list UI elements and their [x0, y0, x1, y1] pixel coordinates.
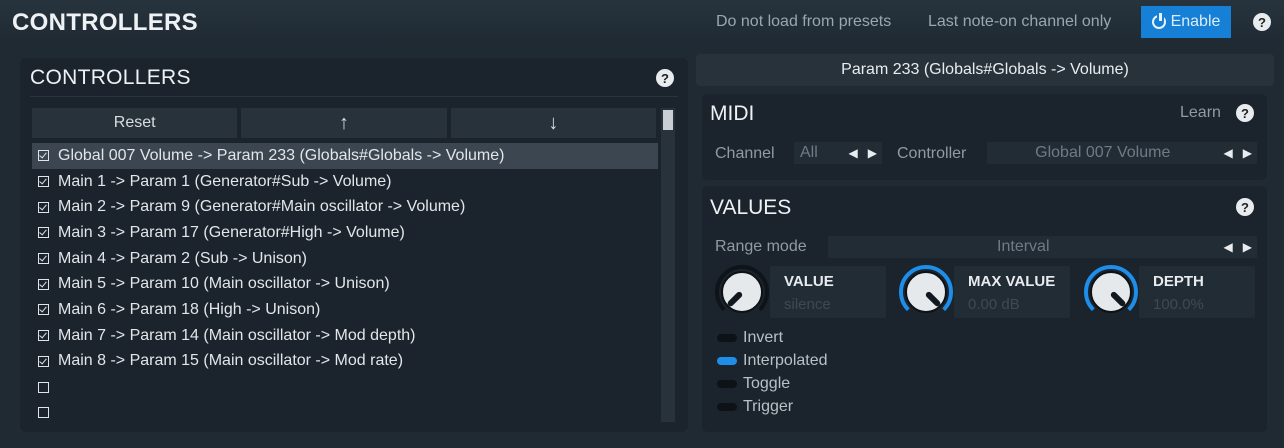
controller-label: Controller: [897, 145, 967, 162]
prev-arrow-icon[interactable]: ◀: [1224, 240, 1233, 254]
controller-list-item[interactable]: Main 1 -> Param 1 (Generator#Sub -> Volu…: [32, 169, 658, 195]
learn-button[interactable]: Learn: [1180, 104, 1221, 122]
controller-list-item-label: Global 007 Volume -> Param 233 (Globals#…: [58, 146, 505, 164]
controllers-panel-title: CONTROLLERS: [30, 66, 191, 89]
top-bar: CONTROLLERS Do not load from presets Las…: [0, 0, 1284, 44]
midi-title: MIDI: [710, 102, 755, 125]
controller-list-item-label: Main 3 -> Param 17 (Generator#High -> Vo…: [58, 223, 405, 241]
channel-selector[interactable]: All ◀ ▶: [794, 142, 882, 164]
controller-list-item-label: Main 2 -> Param 9 (Generator#Main oscill…: [58, 198, 466, 216]
enable-button[interactable]: Enable: [1141, 6, 1231, 38]
controllers-list: Global 007 Volume -> Param 233 (Globals#…: [32, 143, 658, 426]
channel-label: Channel: [715, 145, 775, 162]
controllers-panel: CONTROLLERS ? Reset ↑ ↓ Global 007 Volum…: [20, 58, 688, 432]
enabled-checkbox[interactable]: [38, 381, 49, 393]
knob-value: 100.0%: [1153, 296, 1204, 313]
divider: [30, 96, 678, 97]
enabled-checkbox[interactable]: [38, 330, 49, 342]
enabled-checkbox[interactable]: [38, 150, 49, 162]
controller-list-item[interactable]: Main 5 -> Param 10 (Main oscillator -> U…: [32, 271, 658, 297]
enabled-checkbox[interactable]: [38, 407, 49, 419]
controller-list-item[interactable]: Main 4 -> Param 2 (Sub -> Unison): [32, 246, 658, 272]
toggle-switch[interactable]: [717, 357, 737, 365]
enabled-checkbox[interactable]: [38, 253, 49, 265]
range-mode-selector[interactable]: Interval ◀ ▶: [828, 236, 1257, 258]
values-title: VALUES: [710, 196, 792, 219]
enable-label: Enable: [1170, 13, 1221, 30]
enabled-checkbox[interactable]: [38, 176, 49, 188]
controllers-help-icon[interactable]: ?: [656, 69, 674, 87]
values-help-icon[interactable]: ?: [1236, 198, 1254, 216]
controller-list-item-label: Main 4 -> Param 2 (Sub -> Unison): [58, 249, 307, 267]
knob-value: 0.00 dB: [968, 296, 1020, 313]
controller-list-item-label: Main 8 -> Param 15 (Main oscillator -> M…: [58, 352, 404, 370]
prev-arrow-icon[interactable]: ◀: [1224, 146, 1233, 160]
toggle-label: Invert: [743, 329, 784, 346]
toggle-invert[interactable]: Invert: [717, 329, 783, 347]
toggle-label: Interpolated: [743, 352, 828, 369]
toggle-toggle[interactable]: Toggle: [717, 375, 790, 393]
knob-label: MAX VALUE: [968, 273, 1056, 290]
help-icon[interactable]: ?: [1253, 13, 1271, 31]
toggle-label: Toggle: [743, 375, 791, 392]
controller-selector[interactable]: Global 007 Volume ◀ ▶: [987, 142, 1257, 164]
knob-body: [1090, 271, 1132, 313]
move-up-button[interactable]: ↑: [241, 108, 447, 138]
enabled-checkbox[interactable]: [38, 227, 49, 239]
do-not-load-from-presets-toggle[interactable]: Do not load from presets: [716, 13, 891, 31]
last-note-on-channel-toggle[interactable]: Last note-on channel only: [928, 13, 1111, 31]
midi-help-icon[interactable]: ?: [1236, 104, 1254, 122]
toggle-switch[interactable]: [717, 403, 737, 411]
range-mode-value: Interval: [997, 238, 1050, 255]
list-scrollbar[interactable]: [661, 108, 675, 422]
enabled-checkbox[interactable]: [38, 304, 49, 316]
controller-list-item-label: Main 5 -> Param 10 (Main oscillator -> U…: [58, 275, 390, 293]
knob-body: [721, 271, 763, 313]
knob-depth[interactable]: [1083, 264, 1139, 320]
knob-max-value[interactable]: [898, 264, 954, 320]
controller-list-item[interactable]: [32, 374, 658, 400]
controller-list-item[interactable]: Main 2 -> Param 9 (Generator#Main oscill…: [32, 194, 658, 220]
window-title: CONTROLLERS: [12, 9, 198, 36]
param-header-button[interactable]: Param 233 (Globals#Globals -> Volume): [696, 54, 1274, 86]
controller-list-item-label: Main 1 -> Param 1 (Generator#Sub -> Volu…: [58, 172, 392, 190]
controller-list-item-label: Main 6 -> Param 18 (High -> Unison): [58, 300, 321, 318]
knob-label: VALUE: [784, 273, 834, 290]
knob-body: [905, 271, 947, 313]
next-arrow-icon[interactable]: ▶: [1243, 240, 1252, 254]
next-arrow-icon[interactable]: ▶: [868, 146, 877, 160]
enabled-checkbox[interactable]: [38, 355, 49, 367]
enabled-checkbox[interactable]: [38, 278, 49, 290]
enabled-checkbox[interactable]: [38, 201, 49, 213]
knob-value[interactable]: [714, 264, 770, 320]
controller-value: Global 007 Volume: [1035, 144, 1171, 161]
knob-value: silence: [784, 296, 831, 313]
controller-list-item[interactable]: Main 7 -> Param 14 (Main oscillator -> M…: [32, 323, 658, 349]
channel-value: All: [800, 144, 818, 161]
power-icon: [1151, 13, 1166, 29]
midi-panel: MIDI Learn ? Channel All ◀ ▶ Controller …: [702, 94, 1267, 180]
scrollbar-thumb[interactable]: [663, 110, 673, 130]
reset-button[interactable]: Reset: [32, 108, 238, 138]
toggle-switch[interactable]: [717, 334, 737, 342]
range-mode-label: Range mode: [715, 238, 807, 255]
controller-list-item[interactable]: Main 3 -> Param 17 (Generator#High -> Vo…: [32, 220, 658, 246]
toggle-interpolated[interactable]: Interpolated: [717, 352, 828, 370]
move-down-button[interactable]: ↓: [450, 108, 656, 138]
knob-label: DEPTH: [1153, 273, 1204, 290]
controller-list-item[interactable]: Global 007 Volume -> Param 233 (Globals#…: [32, 143, 658, 169]
list-toolbar: Reset ↑ ↓: [32, 108, 656, 138]
toggle-label: Trigger: [743, 398, 794, 415]
controller-list-item-label: Main 7 -> Param 14 (Main oscillator -> M…: [58, 326, 416, 344]
controller-list-item[interactable]: Main 8 -> Param 15 (Main oscillator -> M…: [32, 349, 658, 375]
controller-list-item[interactable]: Main 6 -> Param 18 (High -> Unison): [32, 297, 658, 323]
toggle-switch[interactable]: [717, 380, 737, 388]
next-arrow-icon[interactable]: ▶: [1243, 146, 1252, 160]
toggle-trigger[interactable]: Trigger: [717, 398, 793, 416]
prev-arrow-icon[interactable]: ◀: [849, 146, 858, 160]
controller-list-item[interactable]: [32, 400, 658, 426]
